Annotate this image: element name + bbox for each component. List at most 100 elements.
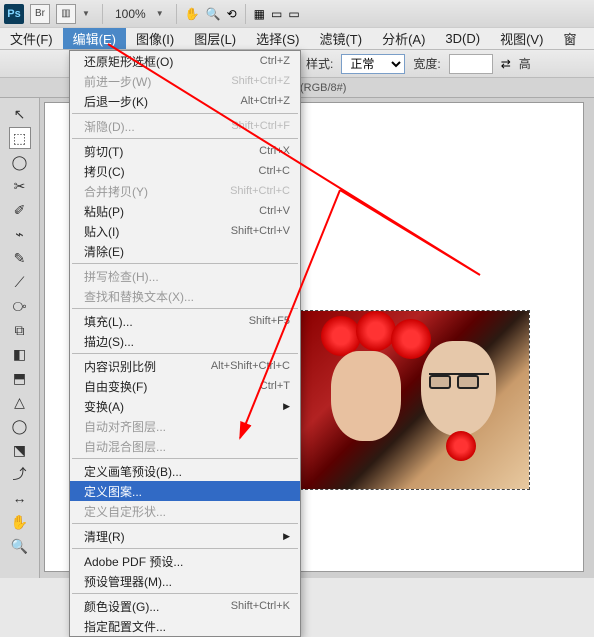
menu-separator	[72, 593, 298, 594]
menu-window[interactable]: 窗	[553, 28, 586, 49]
path-tool[interactable]: ⤴	[9, 463, 31, 485]
menu-item-label: 拷贝(C)	[84, 163, 125, 180]
menu-item[interactable]: 拷贝(C) Ctrl+C	[70, 161, 300, 181]
menu-item[interactable]: 定义画笔预设(B)...	[70, 461, 300, 481]
menu-item: 查找和替换文本(X)...	[70, 286, 300, 306]
ps-logo: Ps	[4, 4, 24, 24]
menu-bar: 文件(F) 编辑(E) 图像(I) 图层(L) 选择(S) 滤镜(T) 分析(A…	[0, 28, 594, 50]
menu-item[interactable]: 颜色设置(G)...Shift+Ctrl+K	[70, 596, 300, 616]
menu-item-label: 前进一步(W)	[84, 73, 151, 90]
dodge-tool[interactable]: △	[9, 391, 31, 413]
menu-separator	[72, 263, 298, 264]
menu-item[interactable]: 贴入(I)Shift+Ctrl+V	[70, 221, 300, 241]
menu-item: 定义自定形状...	[70, 501, 300, 521]
menu-item-label: Adobe PDF 预设...	[84, 553, 183, 570]
menu-item[interactable]: 剪切(T)Ctrl+X	[70, 141, 300, 161]
menu-item-label: 定义自定形状...	[84, 503, 166, 520]
menu-filter[interactable]: 滤镜(T)	[309, 28, 372, 49]
menu-item-label: 预设管理器(M)...	[84, 573, 172, 590]
menu-item-shortcut: Shift+Ctrl+C	[230, 185, 290, 197]
pen-tool[interactable]: ◯	[9, 415, 31, 437]
style-select[interactable]: 正常	[341, 54, 405, 74]
menu-layer[interactable]: 图层(L)	[184, 28, 246, 49]
edit-menu-dropdown: 还原矩形选框(O) Ctrl+Z 前进一步(W) Shift+Ctrl+Z 后退一步(K…	[69, 50, 301, 637]
clone-tool[interactable]: ⟋	[9, 271, 31, 293]
menu-item-label: 颜色设置(G)...	[84, 598, 159, 615]
shape-tool[interactable]: ↔	[9, 487, 31, 509]
menu-analysis[interactable]: 分析(A)	[372, 28, 435, 49]
photo-content	[301, 311, 529, 489]
menu-item[interactable]: 定义图案...	[70, 481, 300, 501]
menu-item-shortcut: Ctrl+X	[259, 145, 290, 157]
screen-mode-icon[interactable]: ▭	[288, 7, 299, 21]
menu-3d[interactable]: 3D(D)	[435, 28, 490, 49]
film-strip-icon[interactable]: ▥	[56, 4, 76, 24]
menu-item[interactable]: 填充(L)...Shift+F5	[70, 311, 300, 331]
submenu-arrow-icon: ▶	[283, 531, 290, 542]
menu-item-label: 定义图案...	[84, 483, 142, 500]
menu-item-label: 自动混合图层...	[84, 438, 166, 455]
zoom-tool-icon[interactable]: 🔍	[206, 7, 221, 21]
menu-item-label: 后退一步(K)	[84, 93, 148, 110]
menu-edit[interactable]: 编辑(E)	[63, 28, 126, 49]
menu-item-shortcut: Shift+Ctrl+Z	[231, 75, 290, 87]
menu-item-label: 查找和替换文本(X)...	[84, 288, 194, 305]
menu-item[interactable]: 粘贴(P)Ctrl+V	[70, 201, 300, 221]
rotate-icon[interactable]: ⟲	[227, 7, 237, 21]
width-input[interactable]	[449, 54, 493, 74]
menu-item[interactable]: 自由变换(F)Ctrl+T	[70, 376, 300, 396]
width-label: 宽度:	[413, 55, 440, 72]
menu-separator	[72, 353, 298, 354]
menu-file[interactable]: 文件(F)	[0, 28, 63, 49]
menu-item[interactable]: 内容识别比例Alt+Shift+Ctrl+C	[70, 356, 300, 376]
arrange-doc-icon[interactable]: ▭	[271, 7, 282, 21]
history-brush-tool[interactable]: ⧂	[9, 295, 31, 317]
lasso-tool[interactable]: ◯	[9, 151, 31, 173]
menu-item-label: 还原矩形选框(O)	[84, 53, 173, 70]
menu-item[interactable]: 还原矩形选框(O) Ctrl+Z	[70, 51, 300, 71]
hand-tool[interactable]: ✋	[9, 511, 31, 533]
hand-tool-icon[interactable]: ✋	[185, 7, 200, 21]
menu-select[interactable]: 选择(S)	[246, 28, 309, 49]
blur-tool[interactable]: ⬒	[9, 367, 31, 389]
menu-item-shortcut: Ctrl+C	[259, 165, 290, 177]
eyedropper-tool[interactable]: ✐	[9, 199, 31, 221]
menu-item[interactable]: 清除(E)	[70, 241, 300, 261]
menu-item-shortcut: Ctrl+Z	[260, 55, 290, 67]
menu-item-label: 粘贴(P)	[84, 203, 124, 220]
arrange-grid-icon[interactable]: ▦	[254, 7, 265, 21]
menu-item[interactable]: 变换(A) ▶	[70, 396, 300, 416]
zoom-level[interactable]: 100%	[115, 7, 146, 21]
menu-separator	[72, 523, 298, 524]
menu-item-label: 合并拷贝(Y)	[84, 183, 148, 200]
menu-image[interactable]: 图像(I)	[126, 28, 184, 49]
crop-tool[interactable]: ✂	[9, 175, 31, 197]
dropdown-arrow-icon[interactable]: ▼	[82, 9, 94, 18]
menu-item: 合并拷贝(Y) Shift+Ctrl+C	[70, 181, 300, 201]
swap-icon[interactable]: ⇄	[501, 57, 511, 71]
zoom-tool[interactable]: 🔍	[9, 535, 31, 557]
brush-tool[interactable]: ✎	[9, 247, 31, 269]
menu-item-shortcut: Shift+Ctrl+F	[231, 120, 290, 132]
menu-item[interactable]: 描边(S)...	[70, 331, 300, 351]
menu-item-label: 内容识别比例	[84, 358, 156, 375]
menu-view[interactable]: 视图(V)	[490, 28, 553, 49]
menu-item[interactable]: 清理(R)▶	[70, 526, 300, 546]
menu-item-label: 变换(A)	[84, 398, 124, 415]
menu-item[interactable]: 预设管理器(M)...	[70, 571, 300, 591]
submenu-arrow-icon: ▶	[283, 401, 290, 412]
gradient-tool[interactable]: ◧	[9, 343, 31, 365]
menu-item[interactable]: 指定配置文件...	[70, 616, 300, 636]
healing-tool[interactable]: ⌁	[9, 223, 31, 245]
bridge-button[interactable]: Br	[30, 4, 50, 24]
zoom-dropdown-icon[interactable]: ▼	[156, 9, 168, 18]
move-tool[interactable]: ↖	[9, 103, 31, 125]
marquee-tool[interactable]: ⬚	[9, 127, 31, 149]
menu-item-shortcut: Shift+Ctrl+V	[231, 225, 290, 237]
type-tool[interactable]: ⬔	[9, 439, 31, 461]
eraser-tool[interactable]: ⧉	[9, 319, 31, 341]
menu-item[interactable]: Adobe PDF 预设...	[70, 551, 300, 571]
menu-item-label: 定义画笔预设(B)...	[84, 463, 182, 480]
menu-item-shortcut: Ctrl+T	[260, 380, 290, 392]
menu-item[interactable]: 后退一步(K)Alt+Ctrl+Z	[70, 91, 300, 111]
